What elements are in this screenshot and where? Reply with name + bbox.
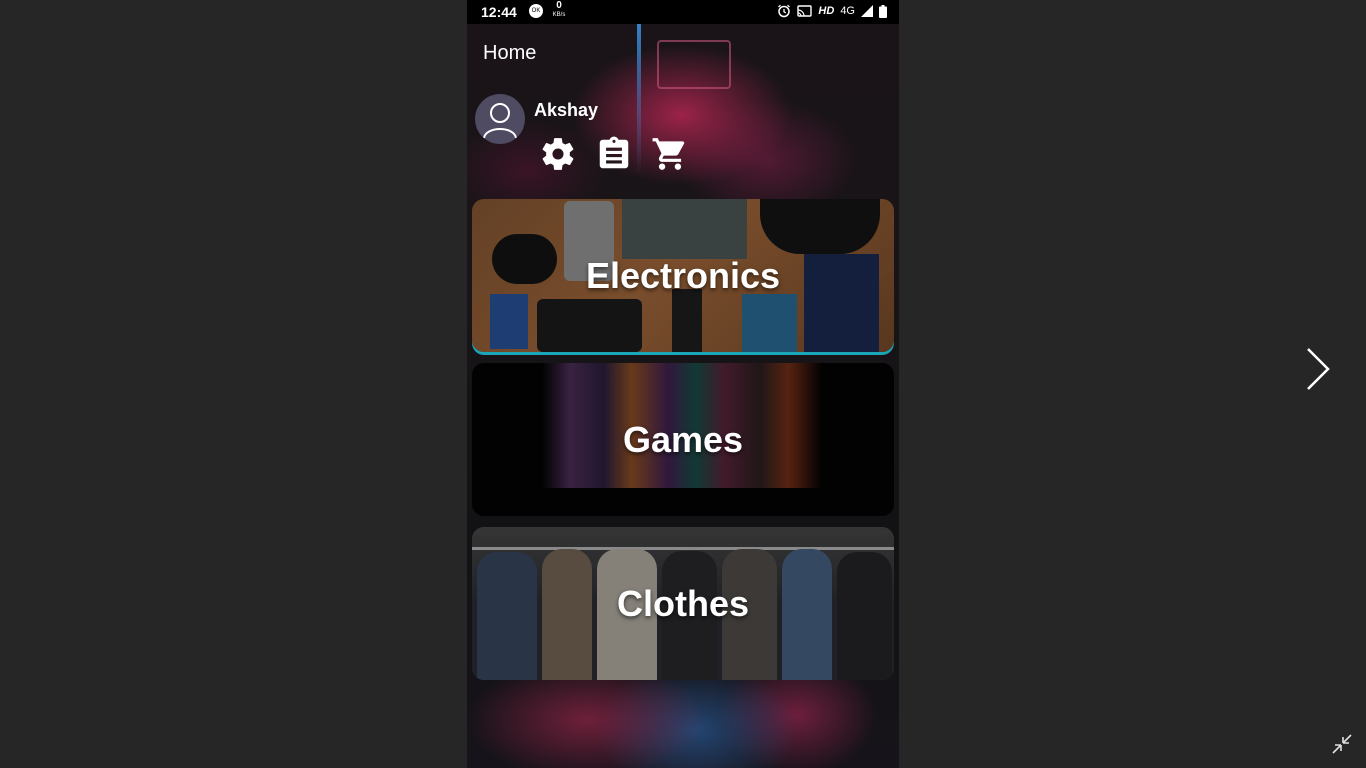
quick-actions: [539, 134, 689, 174]
data-saver-icon: OK: [529, 4, 543, 18]
username: Akshay: [534, 100, 599, 120]
network-type-label: 4G: [840, 5, 855, 17]
category-label: Electronics: [585, 254, 781, 296]
category-label: Clothes: [616, 582, 749, 624]
avatar[interactable]: [475, 94, 525, 144]
alarm-icon: [778, 4, 791, 18]
battery-icon: [879, 4, 887, 18]
signal-icon: [861, 5, 873, 17]
data-speed-indicator: 0 KB/s: [550, 0, 568, 19]
hd-voice-indicator: HD: [818, 5, 835, 17]
category-label: Games: [622, 418, 744, 460]
data-speed-value: 0: [556, 0, 562, 11]
phone-screen: 12:44 OK 0 KB/s HD 4G Home Akshay Electr…: [467, 0, 899, 768]
page-title: Home: [483, 42, 537, 64]
clipboard-icon: [599, 136, 629, 169]
orders-button[interactable]: [595, 134, 633, 174]
image-viewer: 12:44 OK 0 KB/s HD 4G Home Akshay Electr…: [0, 0, 1366, 768]
category-card-clothes[interactable]: Clothes: [472, 527, 894, 680]
user-icon: [483, 103, 517, 139]
status-bar: 12:44 OK 0 KB/s HD 4G: [467, 0, 899, 24]
cast-icon: [797, 4, 813, 17]
data-speed-unit: KB/s: [552, 12, 566, 18]
settings-icon: [542, 138, 574, 170]
category-card-games[interactable]: Games: [472, 363, 894, 516]
cart-button[interactable]: [651, 134, 689, 174]
category-card-electronics[interactable]: Electronics: [472, 199, 894, 352]
cart-icon: [652, 138, 685, 170]
status-time: 12:44: [481, 4, 517, 20]
exit-fullscreen-icon[interactable]: [1330, 732, 1354, 756]
status-icons: HD 4G: [777, 4, 887, 18]
settings-button[interactable]: [539, 134, 577, 174]
background-neon-sign: [657, 40, 731, 89]
next-arrow-icon[interactable]: [1303, 347, 1333, 391]
